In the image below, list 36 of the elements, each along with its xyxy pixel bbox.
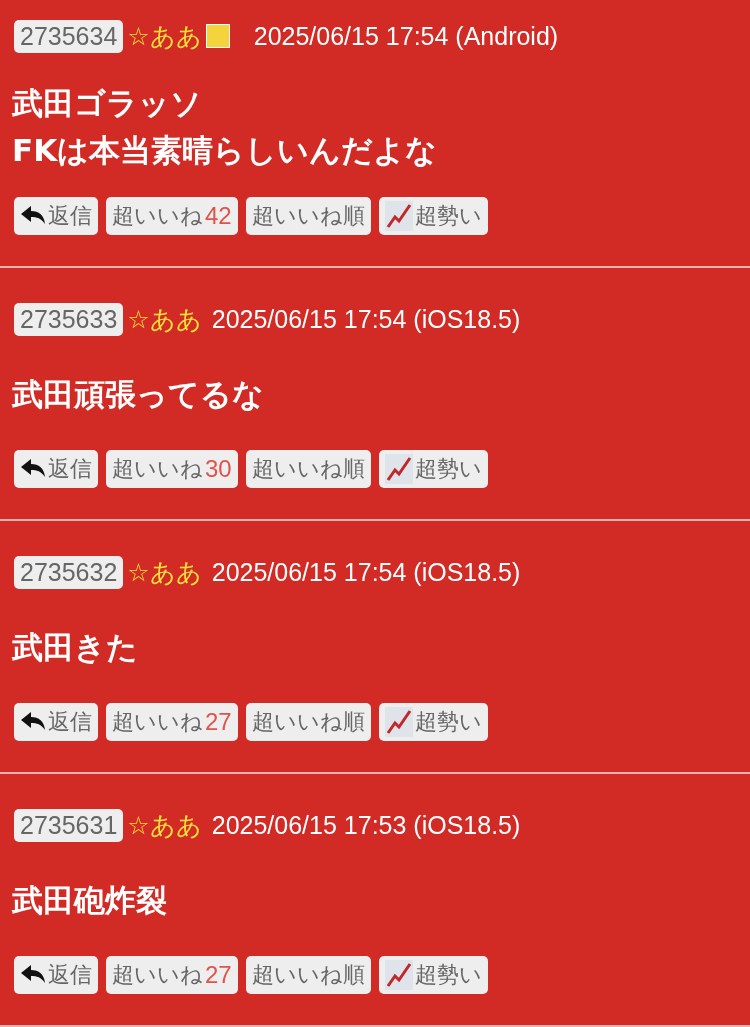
like-sort-button[interactable]: 超いいね順: [245, 703, 371, 741]
like-button[interactable]: 超いいね30: [106, 450, 238, 488]
poster-name: ☆ああ: [127, 809, 202, 842]
chart-icon: [384, 707, 413, 737]
chart-icon: [384, 201, 413, 231]
post-body: 武田ゴラッソ FKは本当素晴らしいんだよな: [12, 83, 438, 170]
like-sort-button[interactable]: 超いいね順: [245, 956, 371, 994]
reply-button[interactable]: 返信: [14, 450, 98, 488]
trend-button[interactable]: 超勢い: [378, 956, 488, 994]
post-datetime: 2025/06/15 17:54 (Android): [253, 21, 559, 51]
trend-button[interactable]: 超勢い: [378, 703, 488, 741]
post-body: 武田砲炸裂: [12, 881, 167, 920]
reply-button[interactable]: 返信: [14, 197, 98, 235]
like-sort-button[interactable]: 超いいね順: [245, 197, 371, 235]
reply-button[interactable]: 返信: [14, 703, 98, 741]
post-datetime: 2025/06/15 17:54 (iOS18.5): [211, 304, 521, 334]
poster-name: ☆ああ: [127, 20, 202, 53]
post-number[interactable]: 2735633: [14, 302, 124, 336]
trend-button[interactable]: 超勢い: [378, 450, 488, 488]
chart-icon: [384, 454, 413, 484]
poster-name: ☆ああ: [127, 556, 202, 589]
post-datetime: 2025/06/15 17:54 (iOS18.5): [211, 557, 521, 587]
trend-button[interactable]: 超勢い: [378, 197, 488, 235]
poster-name: ☆ああ: [127, 303, 202, 336]
like-sort-button[interactable]: 超いいね順: [245, 450, 371, 488]
like-button[interactable]: 超いいね42: [106, 197, 238, 235]
like-button[interactable]: 超いいね27: [106, 703, 238, 741]
chart-icon: [384, 960, 413, 990]
reply-button[interactable]: 返信: [14, 956, 98, 994]
post-number[interactable]: 2735634: [14, 19, 124, 53]
post-body: 武田きた: [12, 628, 138, 667]
post-body: 武田頑張ってるな: [12, 375, 264, 414]
post-number[interactable]: 2735631: [14, 808, 124, 842]
post-datetime: 2025/06/15 17:53 (iOS18.5): [211, 810, 521, 840]
post-number[interactable]: 2735632: [14, 555, 124, 589]
like-button[interactable]: 超いいね27: [106, 956, 238, 994]
